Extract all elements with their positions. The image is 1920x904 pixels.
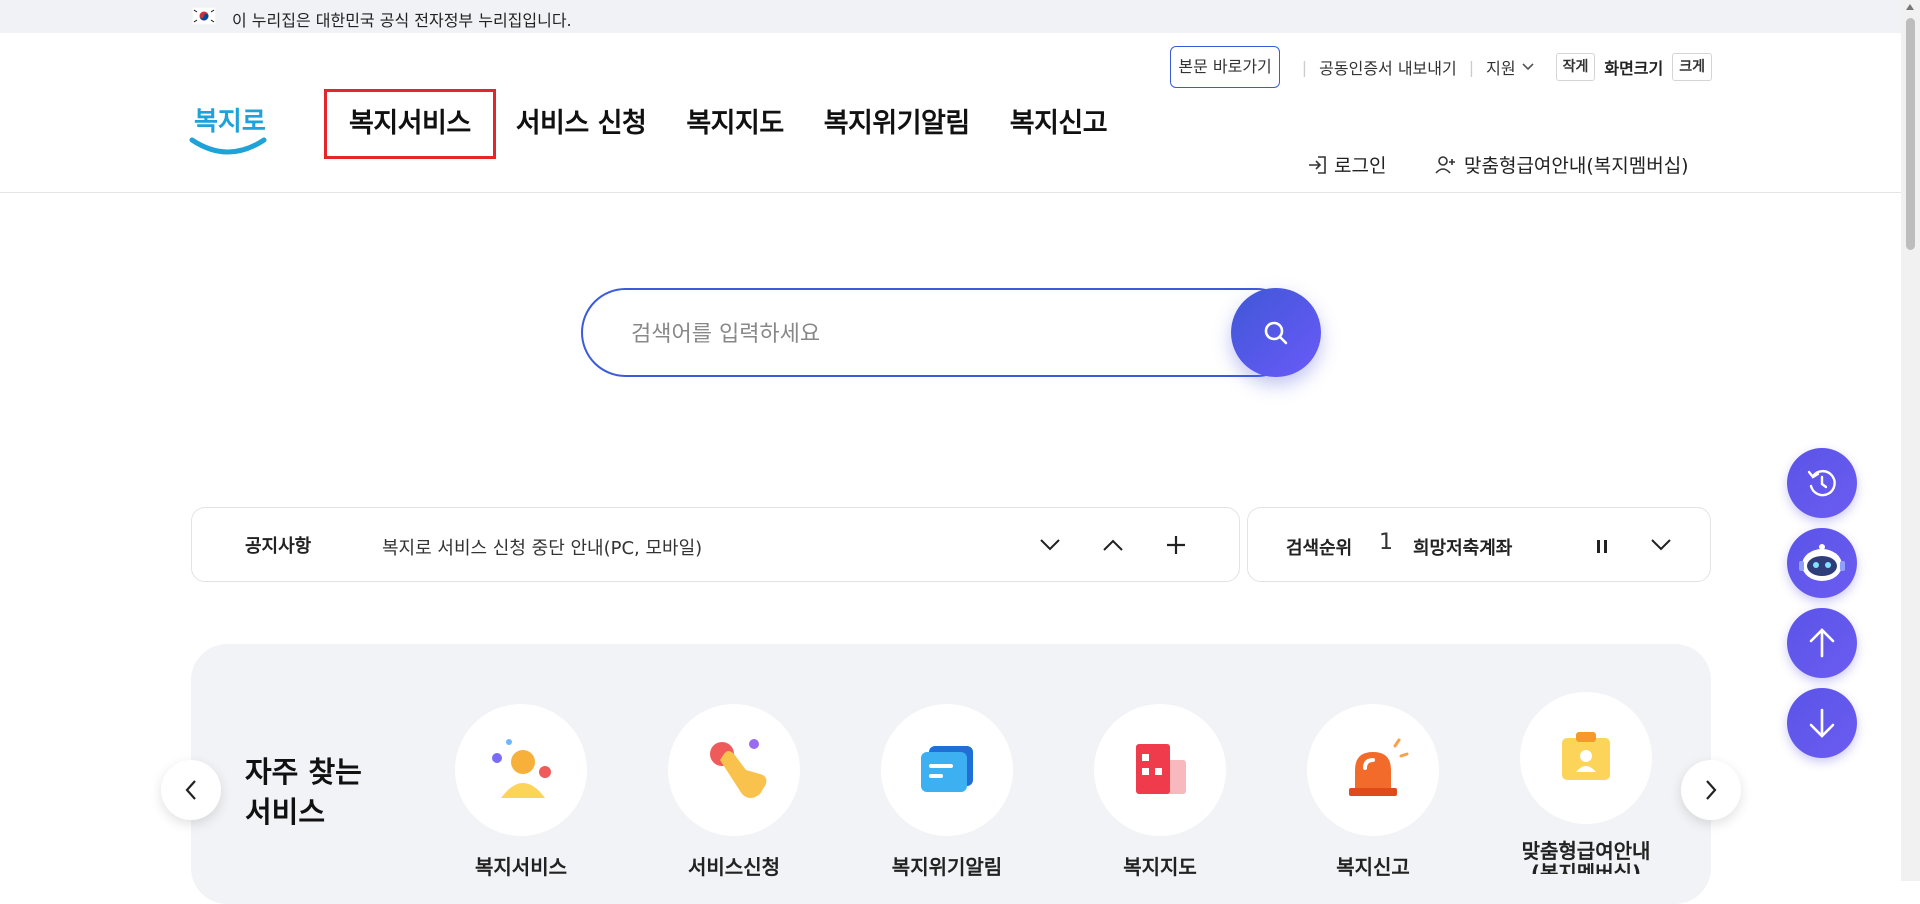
rank-keyword[interactable]: 희망저축계좌 [1413, 534, 1512, 560]
history-icon [1807, 469, 1836, 497]
membership-label: 맞춤형급여안내(복지멤버십) [1464, 155, 1689, 177]
gov-banner-text: 이 누리집은 대한민국 공식 전자정부 누리집입니다. [232, 11, 572, 30]
notice-more-button[interactable] [1161, 526, 1191, 564]
site-header: 복지로 복지서비스 서비스 신청 복지지도 복지위기알림 복지신고 본문 바로가… [0, 33, 1901, 193]
message-icon [921, 746, 973, 792]
chatbot-button[interactable] [1787, 528, 1857, 598]
rank-expand-button[interactable] [1646, 528, 1676, 562]
login-icon [1309, 155, 1326, 174]
map-building-icon [1136, 744, 1186, 794]
chevron-down-icon [1651, 539, 1671, 551]
rank-pause-button[interactable] [1590, 531, 1614, 561]
favorite-services-panel: 자주 찾는 서비스 복지서비스 서비스신청 복지위기알림 복지지도 복지신고 맞… [191, 644, 1711, 904]
membership-link[interactable]: 맞춤형급여안내(복지멤버십) [1434, 151, 1689, 178]
hand-tap-icon [710, 739, 767, 798]
scrollbar-thumb[interactable] [1906, 18, 1915, 250]
chatbot-robot-icon [1799, 544, 1845, 581]
main-navigation: 복지서비스 서비스 신청 복지지도 복지위기알림 복지신고 [324, 89, 1127, 159]
nav-welfare-service[interactable]: 복지서비스 [324, 89, 496, 159]
notice-next-button[interactable] [1035, 526, 1065, 564]
search-area [581, 288, 1323, 379]
favorite-item-welfare-map[interactable]: 복지지도 [1060, 704, 1260, 878]
carousel-next-button[interactable] [1681, 760, 1741, 820]
login-link[interactable]: 로그인 [1306, 151, 1386, 178]
search-rank-bar: 검색순위 1 희망저축계좌 [1247, 507, 1711, 582]
favorite-icon-circle [1094, 704, 1226, 836]
chevron-left-icon [185, 780, 196, 800]
favorite-item-crisis-alert[interactable]: 복지위기알림 [847, 704, 1047, 878]
id-card-icon [1562, 732, 1610, 780]
carousel-prev-button[interactable] [161, 760, 221, 820]
recent-history-button[interactable] [1787, 448, 1857, 518]
nav-service-apply[interactable]: 서비스 신청 [496, 89, 667, 159]
divider: | [1468, 57, 1475, 77]
site-logo[interactable]: 복지로 [188, 90, 268, 190]
notice-bar: 공지사항 복지로 서비스 신청 중단 안내(PC, 모바일) [191, 507, 1240, 582]
chevron-down-icon [1522, 63, 1534, 71]
login-label: 로그인 [1334, 155, 1387, 177]
favorite-icon-circle [1520, 692, 1652, 824]
korea-flag-icon [192, 7, 216, 25]
favorite-item-label: 맞춤형급여안내(복지멤버십) [1521, 840, 1651, 874]
favorite-item-label: 복지지도 [1123, 855, 1197, 879]
favorite-icon-circle [1307, 704, 1439, 836]
utility-bar: 본문 바로가기 | 공동인증서 내보내기 | 지원 작게 화면크기 크게 [1170, 46, 1712, 88]
favorite-item-label: 복지신고 [1336, 855, 1410, 879]
notice-prev-button[interactable] [1098, 526, 1128, 564]
chevron-up-icon [1103, 539, 1123, 551]
favorite-item-welfare-service[interactable]: 복지서비스 [421, 704, 621, 878]
favorite-item-service-apply[interactable]: 서비스신청 [634, 704, 834, 878]
notice-label: 공지사항 [245, 536, 312, 557]
arrow-up-icon [1809, 628, 1835, 658]
scroll-bottom-button[interactable] [1787, 688, 1857, 758]
favorite-item-membership[interactable]: 맞춤형급여안내(복지멤버십) [1486, 692, 1686, 874]
scroll-up-arrow-icon[interactable] [1906, 4, 1914, 10]
scroll-top-button[interactable] [1787, 608, 1857, 678]
chevron-down-icon [1040, 539, 1060, 551]
nav-welfare-map[interactable]: 복지지도 [666, 89, 803, 159]
chevron-right-icon [1706, 780, 1717, 800]
favorites-title: 자주 찾는 서비스 [245, 755, 362, 829]
notice-text[interactable]: 복지로 서비스 신청 중단 안내(PC, 모바일) [382, 534, 702, 560]
favorite-item-label: 서비스신청 [688, 855, 780, 879]
arrow-down-icon [1809, 708, 1835, 738]
plus-icon [1167, 536, 1185, 554]
favorite-icon-circle [455, 704, 587, 836]
search-box [581, 288, 1301, 377]
search-input[interactable] [631, 316, 1191, 352]
nav-welfare-report[interactable]: 복지신고 [990, 89, 1127, 159]
font-large-button[interactable]: 크게 [1672, 53, 1712, 81]
favorite-item-label: 복지서비스 [475, 855, 567, 879]
person-icon [492, 739, 551, 798]
support-dropdown[interactable]: 지원 [1486, 55, 1534, 79]
svg-text:복지로: 복지로 [194, 107, 266, 137]
favorite-item-label: 복지위기알림 [891, 855, 1003, 879]
favorite-icon-circle [668, 704, 800, 836]
rank-label: 검색순위 [1286, 538, 1353, 559]
pause-icon [1604, 539, 1607, 553]
font-size-label: 화면크기 [1604, 59, 1664, 78]
pause-icon [1597, 539, 1600, 553]
nav-crisis-alert[interactable]: 복지위기알림 [804, 89, 990, 159]
favorite-item-welfare-report[interactable]: 복지신고 [1273, 704, 1473, 878]
skip-to-content-button[interactable]: 본문 바로가기 [1170, 46, 1280, 88]
add-user-icon [1435, 155, 1455, 174]
favorite-icon-circle [881, 704, 1013, 836]
font-small-button[interactable]: 작게 [1555, 53, 1596, 81]
search-button[interactable] [1231, 288, 1321, 377]
notice-controls [1035, 526, 1191, 564]
divider: | [1301, 57, 1308, 77]
page-scrollbar[interactable] [1901, 0, 1920, 881]
support-label: 지원 [1486, 59, 1516, 78]
rank-number: 1 [1379, 530, 1393, 555]
gov-banner: 이 누리집은 대한민국 공식 전자정부 누리집입니다. [0, 0, 1901, 33]
siren-icon [1349, 738, 1409, 796]
bokjiro-logo-icon: 복지로 [189, 107, 267, 155]
cert-export-link[interactable]: 공동인증서 내보내기 [1319, 55, 1457, 79]
search-icon [1264, 321, 1288, 344]
